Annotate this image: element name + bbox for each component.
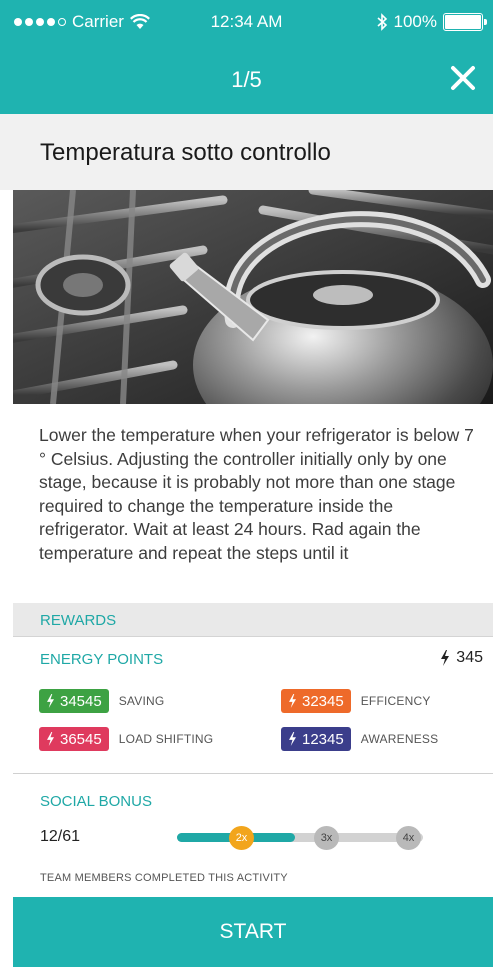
- battery-percent: 100%: [393, 12, 437, 31]
- social-bonus-progress: [177, 833, 423, 842]
- reward-value: 12345: [302, 730, 344, 748]
- reward-value: 34545: [60, 692, 102, 710]
- reward-awareness: 12345 AWARENESS: [281, 727, 438, 751]
- multiplier-4x: 4x: [396, 826, 421, 850]
- reward-chip: 12345: [281, 727, 351, 751]
- lightning-icon: [289, 732, 296, 746]
- battery-icon: [443, 13, 487, 31]
- lightning-icon: [47, 732, 54, 746]
- lightning-icon: [47, 694, 54, 708]
- social-bonus-count: 12/61: [40, 828, 81, 845]
- activity-title: Temperatura sotto controllo: [40, 139, 331, 166]
- energy-total-value: 345: [456, 649, 483, 666]
- energy-points-title: ENERGY POINTS: [40, 651, 164, 668]
- battery-info: 100%: [376, 12, 487, 32]
- activity-photo: [13, 190, 493, 404]
- social-bonus-title: SOCIAL BONUS: [40, 793, 152, 810]
- activity-description: Lower the temperature when your refriger…: [39, 425, 474, 563]
- multiplier-3x: 3x: [314, 826, 339, 850]
- reward-label: SAVING: [118, 694, 165, 708]
- reward-chip: 34545: [39, 689, 109, 713]
- nav-bar: 1/5: [0, 44, 493, 114]
- energy-points-total: 345: [440, 649, 483, 667]
- reward-label: AWARENESS: [360, 732, 439, 746]
- section-divider: [13, 773, 493, 774]
- team-caption: TEAM MEMBERS COMPLETED THIS ACTIVITY: [40, 872, 288, 884]
- kettle-image: [13, 190, 493, 404]
- start-button[interactable]: START: [13, 897, 493, 967]
- bluetooth-icon: [376, 13, 387, 31]
- multiplier-2x: 2x: [229, 826, 254, 850]
- reward-value: 36545: [60, 730, 102, 748]
- reward-chip: 36545: [39, 727, 109, 751]
- lightning-icon: [289, 694, 296, 708]
- reward-label: LOAD SHIFTING: [118, 732, 214, 746]
- step-counter: 1/5: [231, 67, 262, 92]
- status-bar: Carrier 12:34 AM 100%: [0, 0, 493, 44]
- reward-load-shifting: 36545 LOAD SHIFTING: [39, 727, 213, 751]
- rewards-header: REWARDS: [13, 603, 493, 637]
- reward-efficency: 32345 EFFICENCY: [281, 689, 431, 713]
- rewards-title: REWARDS: [40, 612, 117, 629]
- lightning-icon: [441, 650, 450, 666]
- reward-saving: 34545 SAVING: [39, 689, 164, 713]
- close-icon[interactable]: [447, 62, 479, 94]
- reward-chip: 32345: [281, 689, 351, 713]
- activity-header: Temperatura sotto controllo: [0, 114, 493, 190]
- reward-label: EFFICENCY: [360, 694, 431, 708]
- reward-value: 32345: [302, 692, 344, 710]
